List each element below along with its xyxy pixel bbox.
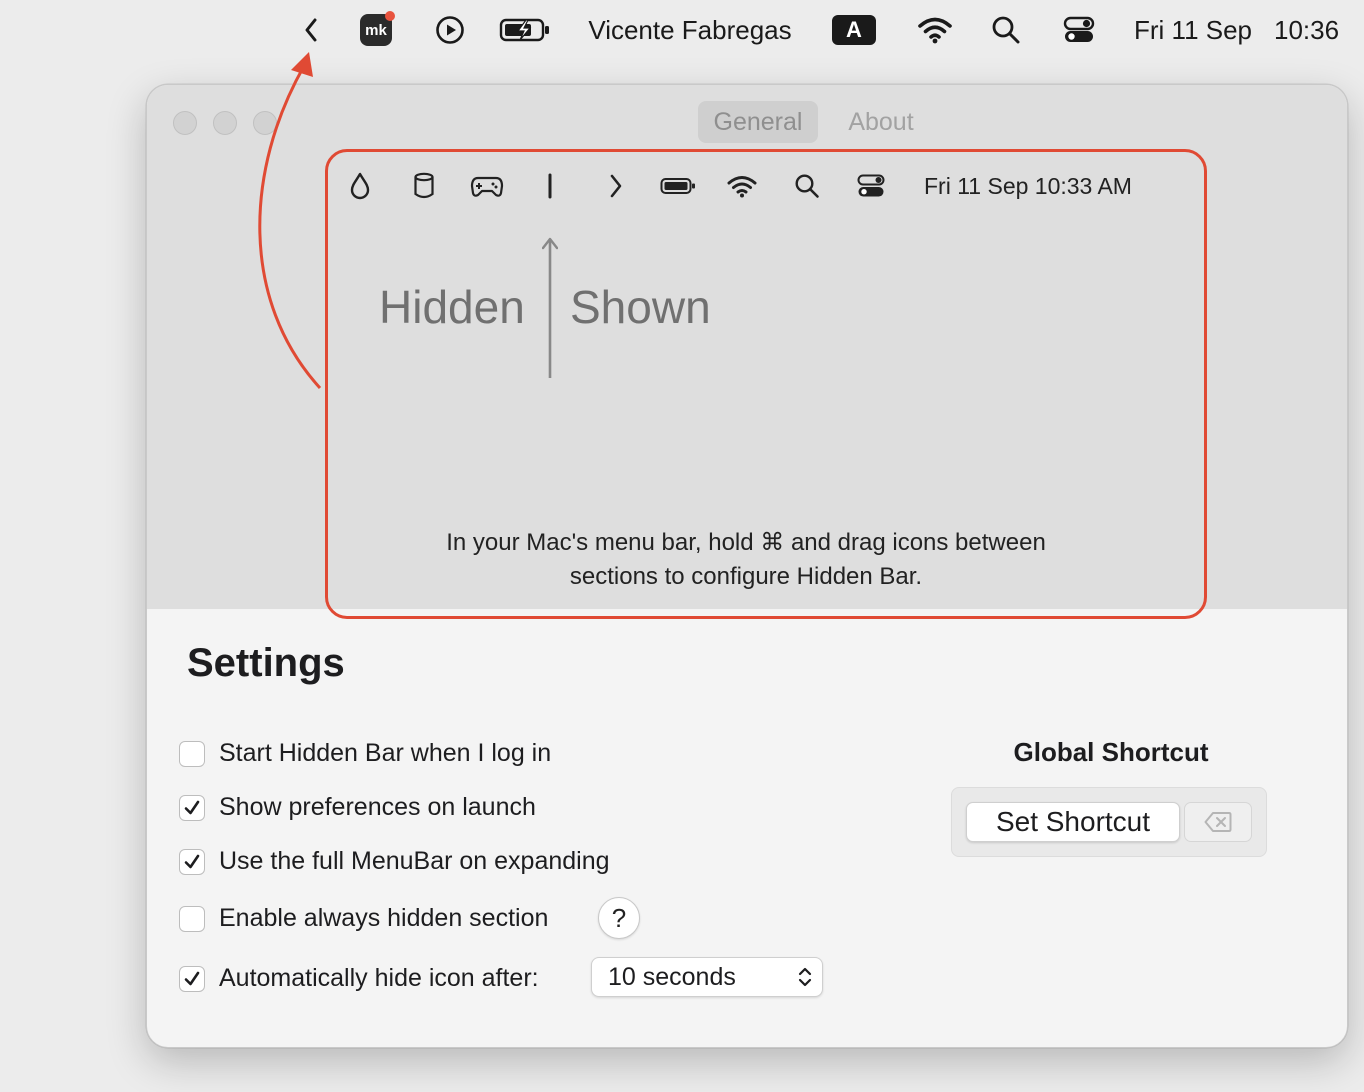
- option-show-preferences[interactable]: Show preferences on launch: [179, 793, 536, 822]
- preview-instructions: In your Mac's menu bar, hold ⌘ and drag …: [328, 526, 1164, 594]
- set-shortcut-button[interactable]: Set Shortcut: [966, 802, 1180, 842]
- preferences-window: General About Fri 11 Sep 10:33 AM Hidden…: [146, 84, 1348, 1048]
- menubar-time[interactable]: 10:36: [1274, 0, 1356, 60]
- notification-dot: [385, 11, 395, 21]
- close-button[interactable]: [173, 111, 197, 135]
- clear-shortcut-button[interactable]: [1184, 802, 1252, 842]
- option-auto-hide[interactable]: Automatically hide icon after:: [179, 964, 539, 993]
- auto-hide-duration-select[interactable]: 10 seconds: [591, 957, 823, 997]
- always-hidden-label: Enable always hidden section: [219, 904, 549, 932]
- checkmark-icon: [184, 800, 200, 814]
- auto-hide-label: Automatically hide icon after:: [219, 964, 539, 992]
- separator-icon: [542, 166, 558, 206]
- full-menubar-checkbox[interactable]: [179, 848, 205, 875]
- menubar-date[interactable]: Fri 11 Sep: [1134, 0, 1264, 60]
- global-shortcut-title: Global Shortcut: [1013, 737, 1209, 767]
- global-shortcut-recorder: Set Shortcut: [951, 787, 1267, 857]
- settings-title: Settings: [187, 641, 345, 685]
- window-header-area: General About Fri 11 Sep 10:33 AM Hidden…: [147, 85, 1347, 619]
- droplet-icon: [346, 166, 374, 206]
- battery-icon: [660, 166, 696, 206]
- preview-date-time: Fri 11 Sep 10:33 AM: [924, 173, 1132, 199]
- mk-app-label: mk: [365, 21, 387, 39]
- play-icon[interactable]: [432, 0, 468, 60]
- control-center-icon[interactable]: [1060, 0, 1098, 60]
- gamepad-icon: [468, 166, 506, 206]
- chevron-left-icon[interactable]: [296, 0, 326, 60]
- wifi-icon: [725, 166, 759, 206]
- option-full-menubar[interactable]: Use the full MenuBar on expanding: [179, 847, 610, 876]
- user-name-text: Vicente Fabregas: [588, 14, 792, 45]
- delete-backward-icon: [1204, 812, 1232, 832]
- start-at-login-checkbox[interactable]: [179, 740, 205, 767]
- checkmark-icon: [184, 854, 200, 868]
- hidden-label: Hidden: [379, 281, 525, 333]
- shown-label: Shown: [570, 281, 711, 333]
- chevron-right-icon: [604, 166, 628, 206]
- full-menubar-label: Use the full MenuBar on expanding: [219, 847, 610, 875]
- search-icon: [792, 166, 822, 206]
- divider-arrow-icon: [541, 236, 559, 380]
- mk-app-icon[interactable]: mk: [358, 0, 395, 60]
- menu-bar: mk Vicente Fabregas A Fri 11 Sep 10:36: [0, 0, 1364, 60]
- option-always-hidden[interactable]: Enable always hidden section: [179, 904, 548, 933]
- show-preferences-label: Show preferences on launch: [219, 793, 536, 821]
- minimize-button[interactable]: [213, 111, 237, 135]
- help-button[interactable]: ?: [598, 897, 640, 939]
- start-at-login-label: Start Hidden Bar when I log in: [219, 739, 552, 767]
- search-icon[interactable]: [988, 0, 1024, 60]
- user-name[interactable]: Vicente Fabregas: [582, 0, 798, 60]
- checkmark-icon: [184, 971, 200, 985]
- menubar-date-text: Fri 11 Sep: [1134, 14, 1253, 45]
- menubar-time-text: 10:36: [1274, 14, 1340, 45]
- updown-chevron-icon: [798, 967, 812, 987]
- auto-hide-checkbox[interactable]: [179, 965, 205, 992]
- input-source-label: A: [832, 15, 876, 45]
- preview-instructions-text: In your Mac's menu bar, hold ⌘ and drag …: [446, 529, 1046, 590]
- tab-general[interactable]: General: [698, 101, 818, 143]
- wifi-icon[interactable]: [914, 0, 956, 60]
- auto-hide-duration-value: 10 seconds: [608, 962, 736, 991]
- input-source-icon[interactable]: A: [830, 0, 878, 60]
- option-start-at-login[interactable]: Start Hidden Bar when I log in: [179, 739, 551, 768]
- zoom-button[interactable]: [253, 111, 277, 135]
- always-hidden-checkbox[interactable]: [179, 905, 205, 932]
- show-preferences-checkbox[interactable]: [179, 794, 205, 821]
- control-center-icon: [856, 166, 886, 206]
- battery-charging-icon[interactable]: [498, 0, 552, 60]
- cylinder-icon: [410, 166, 438, 206]
- menubar-preview: Fri 11 Sep 10:33 AM Hidden Shown In your…: [325, 149, 1207, 619]
- tab-about[interactable]: About: [829, 101, 933, 143]
